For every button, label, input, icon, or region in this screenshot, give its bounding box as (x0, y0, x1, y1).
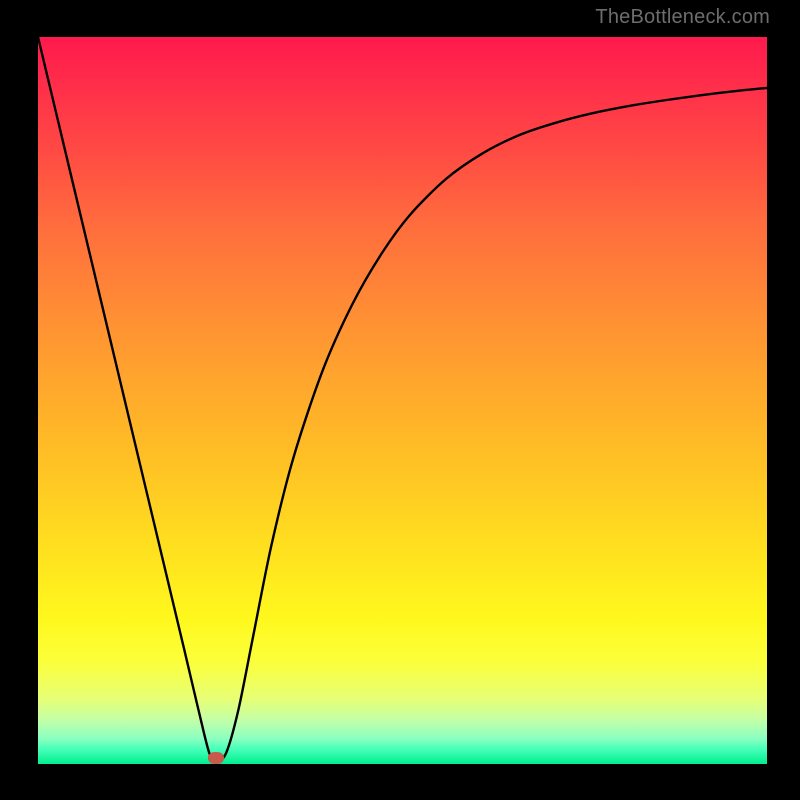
chart-frame: TheBottleneck.com (0, 0, 800, 800)
plot-area (38, 37, 767, 764)
optimum-marker (208, 752, 224, 764)
bottleneck-curve (38, 37, 767, 764)
attribution-text: TheBottleneck.com (595, 6, 770, 29)
